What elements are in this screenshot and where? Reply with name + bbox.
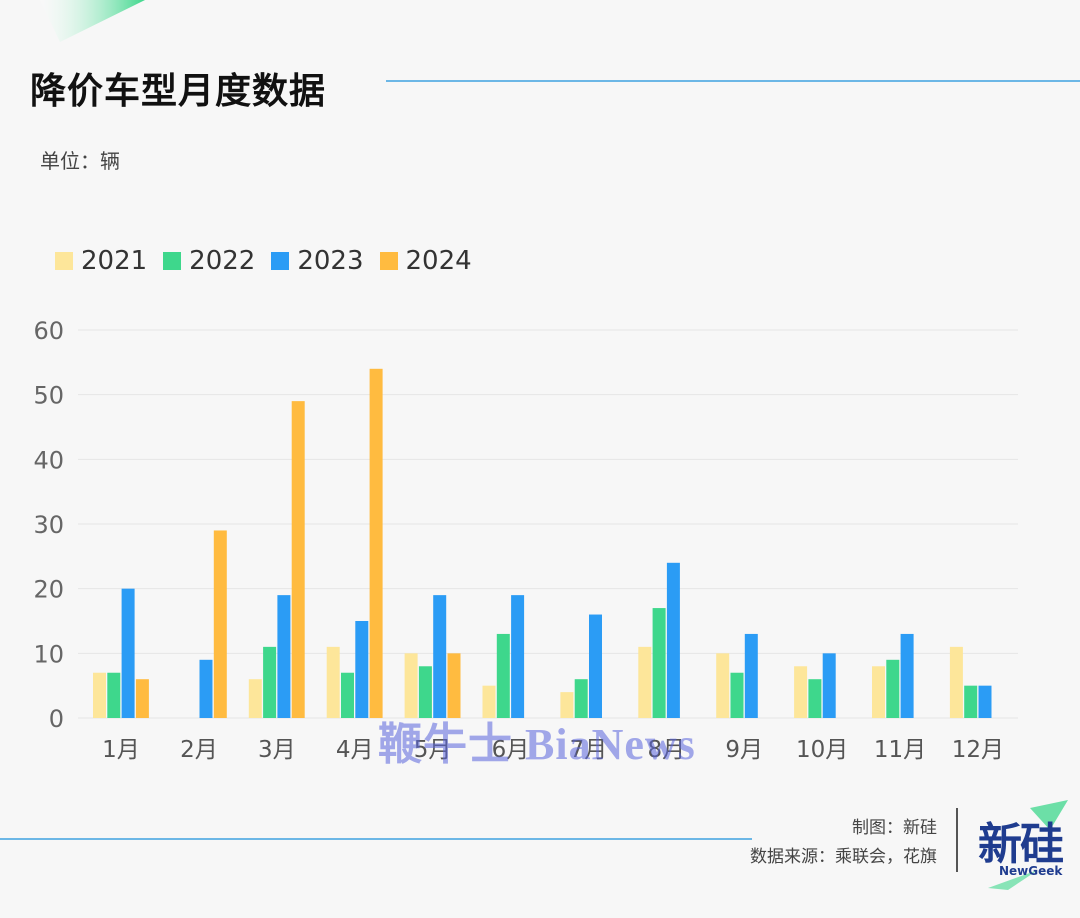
bar-2022-8 xyxy=(652,608,666,718)
x-tick-label-11: 11月 xyxy=(874,737,926,763)
bar-2023-3 xyxy=(277,595,291,718)
bar-2022-4 xyxy=(341,672,354,718)
bar-2022-6 xyxy=(496,633,510,718)
bar-2023-12 xyxy=(978,685,992,718)
brand-logo-subtitle: NewGeek xyxy=(999,864,1063,878)
y-tick-label-30: 30 xyxy=(33,511,64,539)
bar-2024-1 xyxy=(135,679,149,718)
credit-chart-by: 制图：新硅 xyxy=(852,818,937,838)
bar-2023-7 xyxy=(589,614,602,718)
bar-2022-12 xyxy=(964,685,978,718)
footer-separator xyxy=(956,808,958,872)
bar-2023-5 xyxy=(433,595,447,718)
bar-2021-1 xyxy=(93,672,106,718)
watermark-text: 鞭牛士 BiaNews xyxy=(378,720,696,769)
bar-2021-3 xyxy=(248,679,262,718)
bar-2023-10 xyxy=(822,653,836,718)
x-tick-label-10: 10月 xyxy=(796,737,848,763)
x-tick-label-1: 1月 xyxy=(102,737,140,763)
bar-2022-3 xyxy=(263,646,277,718)
bar-2023-11 xyxy=(900,633,914,718)
bar-2022-11 xyxy=(886,659,900,718)
x-tick-label-3: 3月 xyxy=(258,737,296,763)
bar-2024-2 xyxy=(213,530,227,718)
y-tick-label-60: 60 xyxy=(33,317,64,345)
bar-2021-12 xyxy=(949,646,963,718)
x-tick-label-9: 9月 xyxy=(725,737,763,763)
bar-2021-4 xyxy=(326,646,340,718)
y-tick-label-40: 40 xyxy=(33,446,64,474)
credits: 制图：新硅 数据来源：乘联会，花旗 xyxy=(750,814,937,872)
bar-2021-11 xyxy=(872,666,885,718)
bar-2023-1 xyxy=(121,588,135,718)
bar-2023-6 xyxy=(511,595,525,718)
bar-2023-8 xyxy=(666,562,680,718)
bar-2022-1 xyxy=(107,672,121,718)
bar-2022-10 xyxy=(808,679,822,718)
bar-2021-10 xyxy=(794,666,808,718)
bar-2022-9 xyxy=(730,672,744,718)
credit-data-source: 数据来源：乘联会，花旗 xyxy=(750,847,937,867)
x-tick-label-4: 4月 xyxy=(336,737,374,763)
bar-2023-2 xyxy=(199,659,213,718)
bar-2023-4 xyxy=(355,621,369,718)
y-tick-label-20: 20 xyxy=(33,576,64,604)
y-tick-label-10: 10 xyxy=(33,640,64,668)
bar-chart: 01020304050601月 2月 3月 4月 5月 6月 7月 8月 9月 10月 11月 12月 xyxy=(33,317,1018,763)
bar-2024-4 xyxy=(369,368,383,718)
bar-2021-9 xyxy=(716,653,730,718)
bar-2024-3 xyxy=(291,401,305,718)
y-tick-label-50: 50 xyxy=(33,382,64,410)
footer-divider xyxy=(0,838,752,840)
brand-logo: 新硅 xyxy=(978,819,1064,870)
bar-2023-9 xyxy=(744,633,758,718)
x-tick-label-12: 12月 xyxy=(952,737,1004,763)
y-tick-label-0: 0 xyxy=(49,705,64,733)
x-tick-label-2: 2月 xyxy=(180,737,218,763)
